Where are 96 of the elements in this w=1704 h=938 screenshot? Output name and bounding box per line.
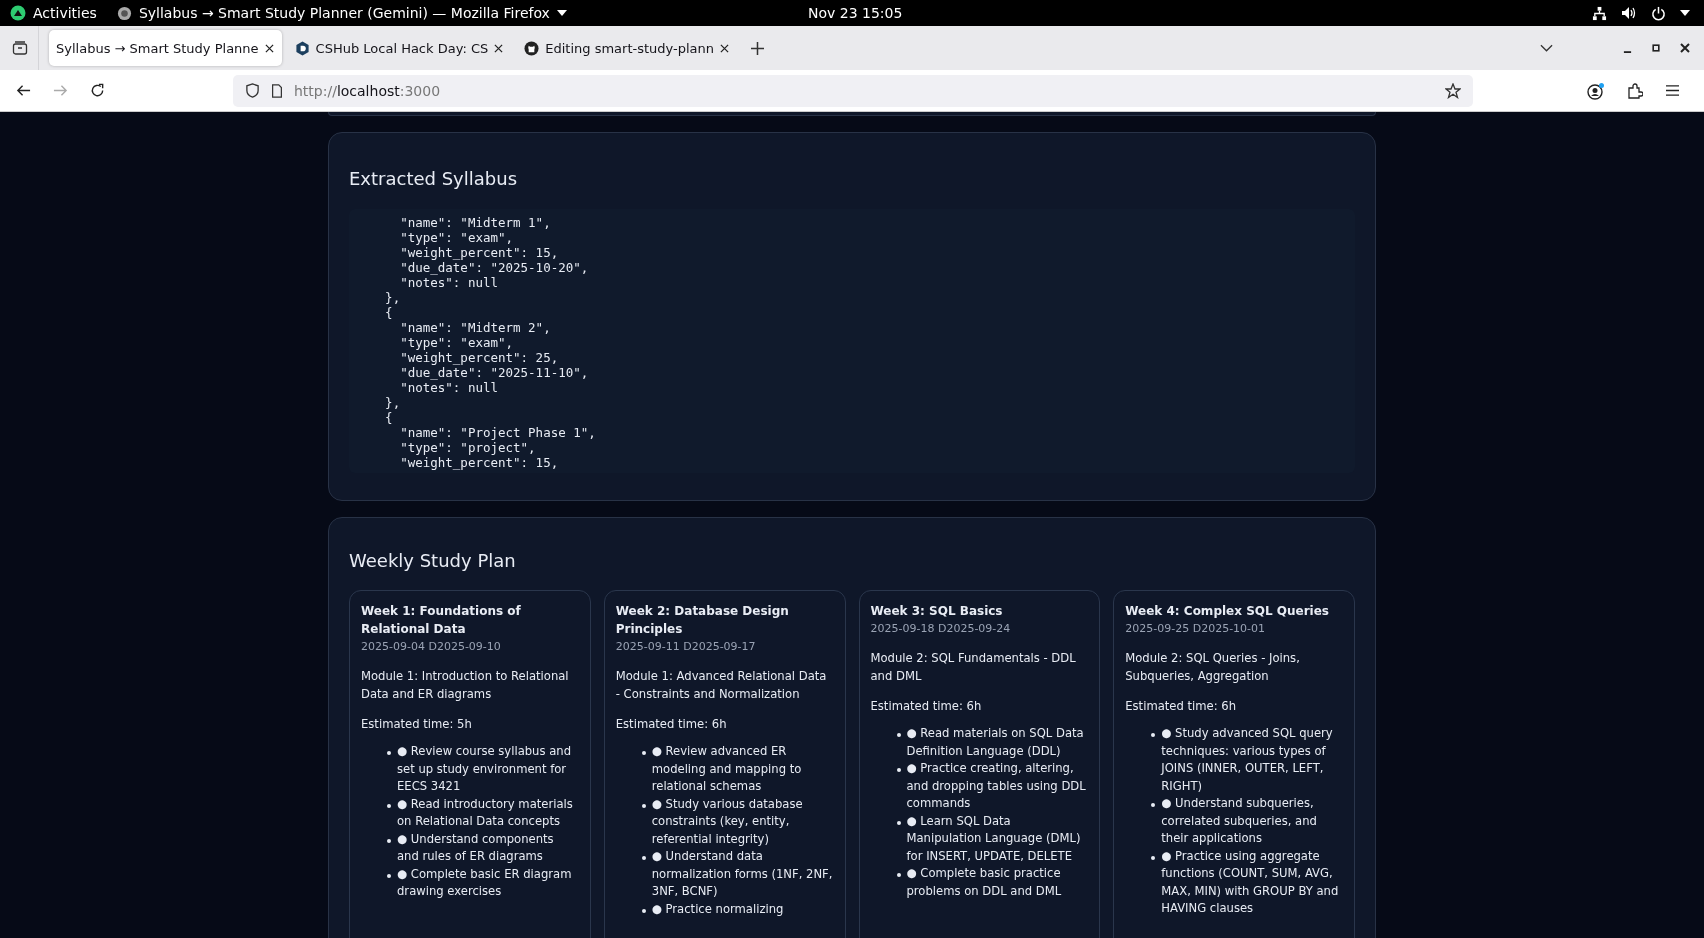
bullet-icon <box>896 820 901 825</box>
estimated-time: Estimated time: 5h <box>361 716 473 733</box>
code-line: "weight_percent": 15, <box>399 455 559 470</box>
browser-tab[interactable]: Syllabus → Smart Study Planne <box>49 30 282 66</box>
task-text: ● Read introductory materials on Relational Data concepts <box>397 795 574 830</box>
estimated-time: Estimated time: 6h <box>870 698 983 715</box>
bullet-icon <box>1151 855 1156 860</box>
cat-icon <box>524 40 540 56</box>
code-line: "due_date": "2025-10-20", <box>399 260 589 275</box>
close-icon[interactable] <box>720 43 730 53</box>
bullet-icon <box>1151 733 1156 737</box>
code-line: "weight_percent": 15, <box>399 245 559 260</box>
bullet-icon <box>896 733 901 737</box>
reload-icon[interactable] <box>90 83 105 98</box>
shield-icon <box>245 83 260 98</box>
bullet-icon <box>896 768 901 772</box>
puzzle-icon[interactable] <box>1627 82 1643 99</box>
browser-icon <box>116 5 132 21</box>
week-title: Week 1: Foundations of Relational Data <box>361 603 522 638</box>
bullet-icon <box>641 751 646 755</box>
code-line: "type": "project", <box>399 440 536 455</box>
code-line: { <box>384 305 393 320</box>
code-line: "type": "exam", <box>399 230 514 245</box>
task-text: ● Practice creating, altering, and dropping tables using DDL commands <box>906 760 1087 812</box>
star-icon[interactable] <box>1445 82 1461 99</box>
week-dates: 2025-09-25 D2025-10-01 <box>1125 621 1267 637</box>
tab-overview-icon[interactable] <box>12 40 28 56</box>
close-icon[interactable] <box>494 43 504 53</box>
task-text: ● Learn SQL Data Manipulation Language (DML) for INSERT, UPDATE, DELETE <box>906 812 1082 865</box>
bullet-icon <box>387 751 391 755</box>
module-text: Module 2: SQL Queries - Joins, Subqueries, Aggregation <box>1125 650 1301 685</box>
account-icon[interactable] <box>1587 81 1605 100</box>
task-text: ● Practice using aggregate functions (COUNT, SUM, AVG, MAX, MIN) with GROUP BY and HAVING clauses <box>1161 847 1340 917</box>
logo-icon <box>10 5 26 21</box>
chevron-down-icon[interactable] <box>1540 44 1553 52</box>
task-text: ● Understand subqueries, correlated subqueries, and their applications <box>1161 795 1318 847</box>
week-dates: 2025-09-04 D2025-09-10 <box>361 639 502 655</box>
module-text: Module 1: Advanced Relational Data - Constraints and Normalization <box>615 668 828 703</box>
week-dates: 2025-09-18 D2025-09-24 <box>870 621 1012 637</box>
code-line: "name": "Midterm 2", <box>399 320 551 335</box>
bullet-icon <box>387 838 391 843</box>
task-text: ● Complete basic practice problems on DDL and DML <box>906 865 1063 900</box>
new-tab-icon[interactable] <box>751 41 765 55</box>
clock[interactable]: Nov 23 15:05 <box>808 5 903 21</box>
caret-icon <box>556 10 567 16</box>
browser-tab[interactable]: Editing smart-study-plann <box>517 30 738 66</box>
task-text: ● Study advanced SQL query techniques: various types of JOINS (INNER, OUTER, LEFT, RIGHT) <box>1161 725 1334 795</box>
bullet-icon <box>641 908 646 913</box>
task-text: ● Read materials on SQL Data Definition Language (DDL) <box>906 725 1085 760</box>
task-text: ● Review course syllabus and set up study environment for EECS 3421 <box>397 743 572 795</box>
code-line: { <box>384 410 393 425</box>
back-icon[interactable] <box>16 83 31 98</box>
maximize-icon[interactable] <box>1652 44 1660 52</box>
bullet-icon <box>387 873 391 878</box>
code-line: }, <box>384 395 401 410</box>
code-line: "notes": null <box>399 380 498 395</box>
code-line: "type": "exam", <box>399 335 514 350</box>
address-field[interactable]: http://localhost:3000 <box>233 74 1473 107</box>
estimated-time: Estimated time: 6h <box>1125 698 1237 715</box>
week-title: Week 4: Complex SQL Queries <box>1125 603 1330 620</box>
task-text: ● Review advanced ER modeling and mapping to relational schemas <box>651 743 803 795</box>
module-text: Module 1: Introduction to Relational Data and ER diagrams <box>361 668 570 703</box>
bullet-icon <box>387 803 391 808</box>
activities-button[interactable]: Activities <box>10 5 97 21</box>
network-icon[interactable] <box>1592 5 1607 21</box>
bullet-icon <box>641 856 646 860</box>
bullet-icon <box>641 803 646 808</box>
code-line: "due_date": "2025-11-10", <box>399 365 589 380</box>
module-text: Module 2: SQL Fundamentals - DDL and DML <box>870 650 1077 685</box>
volume-icon[interactable] <box>1621 5 1637 21</box>
task-text: ● Understand components and rules of ER diagrams <box>397 830 555 865</box>
week-title: Week 3: SQL Basics <box>870 603 1004 620</box>
code-line: "weight_percent": 25, <box>399 350 559 365</box>
site-icon <box>294 40 310 56</box>
task-text: ● Understand data normalization forms (1NF, 2NF, 3NF, BCNF) <box>651 848 834 900</box>
estimated-time: Estimated time: 6h <box>615 716 728 733</box>
week-dates: 2025-09-11 D2025-09-17 <box>615 639 757 655</box>
code-line: "name": "Project Phase 1", <box>399 425 596 440</box>
task-text: ● Practice normalizing <box>651 900 785 918</box>
power-icon[interactable] <box>1651 5 1666 21</box>
code-line: }, <box>384 290 401 305</box>
code-line: "name": "Midterm 1", <box>399 215 551 230</box>
week-title: Week 2: Database Design Principles <box>615 603 790 638</box>
browser-tab[interactable]: CSHub Local Hack Day: CS <box>287 30 512 66</box>
code-line: "notes": null <box>399 275 498 290</box>
bullet-icon <box>896 873 901 877</box>
menu-icon[interactable] <box>1665 84 1680 97</box>
task-text: ● Study various database constraints (key, entity, referential integrity) <box>651 795 804 848</box>
caret-icon[interactable] <box>1680 10 1690 16</box>
close-icon[interactable] <box>1680 43 1690 53</box>
section-title: Weekly Study Plan <box>349 549 517 570</box>
page-icon <box>270 83 284 98</box>
app-menu[interactable]: Syllabus → Smart Study Planner (Gemini) — Mozilla Firefox <box>116 5 567 21</box>
close-icon[interactable] <box>264 43 274 53</box>
task-text: ● Complete basic ER diagram drawing exercises <box>397 865 573 900</box>
bullet-icon <box>1151 803 1156 807</box>
